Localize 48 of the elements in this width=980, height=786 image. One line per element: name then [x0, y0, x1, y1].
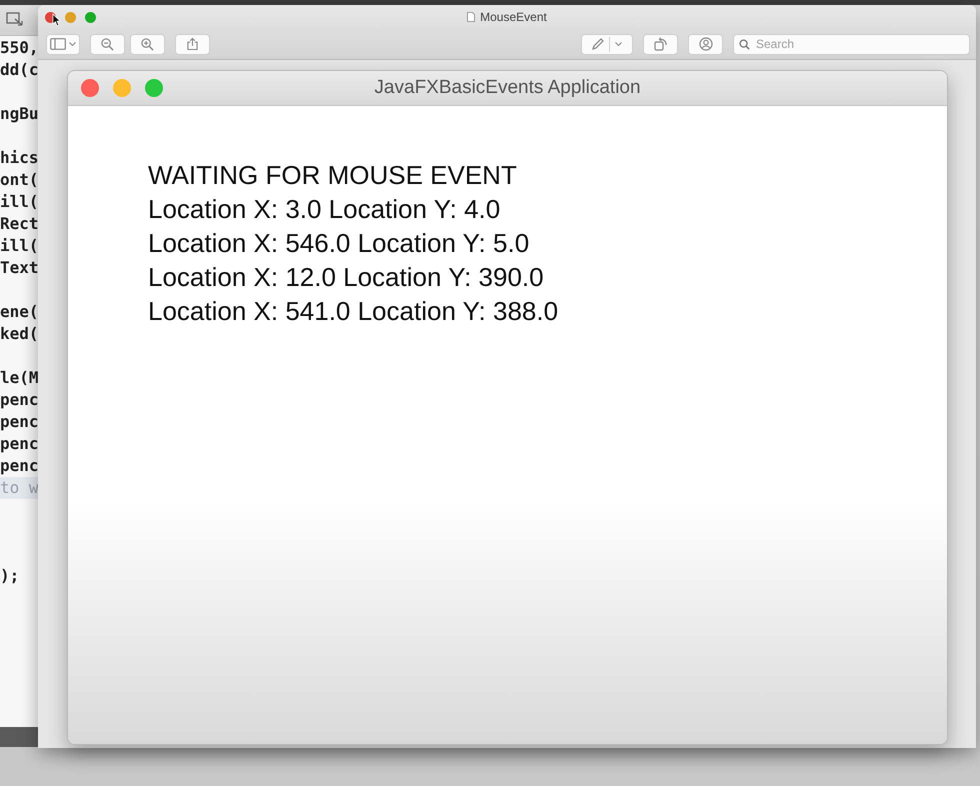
- code-line: ngBu: [0, 103, 38, 125]
- maximize-button[interactable]: [145, 79, 163, 97]
- pen-icon: [592, 38, 604, 50]
- share-icon: [187, 37, 198, 51]
- search-icon: [739, 38, 750, 50]
- code-line: penc: [0, 411, 38, 433]
- caret-icon: [615, 42, 622, 46]
- zoom-out-icon: [101, 38, 114, 50]
- code-line: ene(: [0, 301, 38, 323]
- code-line: );: [0, 565, 20, 587]
- person-circle-icon: [698, 37, 712, 51]
- code-line: ill(: [0, 235, 38, 257]
- rotate-icon: [654, 37, 668, 51]
- sidebar-button[interactable]: [46, 34, 80, 54]
- code-line: ill(: [0, 191, 38, 213]
- event-log-line: WAITING FOR MOUSE EVENT: [148, 159, 517, 192]
- code-line: le(M: [0, 367, 38, 389]
- zoom-out-button[interactable]: [90, 34, 125, 54]
- search-field[interactable]: Search: [733, 34, 970, 54]
- event-log-line: Location X: 541.0 Location Y: 388.0: [148, 295, 558, 328]
- sidebar-icon: [50, 38, 66, 50]
- code-line: Text: [0, 257, 38, 279]
- code-line: ont(: [0, 169, 38, 191]
- code-line: hics: [0, 147, 38, 169]
- minimize-button[interactable]: [65, 12, 76, 22]
- markup-button[interactable]: [581, 34, 633, 54]
- cursor-icon: [52, 13, 61, 27]
- window-title: JavaFXBasicEvents Application: [374, 77, 641, 99]
- rotate-button[interactable]: [643, 34, 678, 54]
- code-line: Rect: [0, 213, 38, 235]
- code-line: dd(c: [0, 59, 38, 81]
- zoom-in-button[interactable]: [130, 34, 165, 54]
- document-icon: [467, 12, 476, 22]
- code-line: penc: [0, 455, 38, 477]
- event-log-line: Location X: 546.0 Location Y: 5.0: [148, 227, 530, 260]
- zoom-in-icon: [141, 38, 154, 50]
- code-line: 550,: [0, 37, 38, 59]
- share-button[interactable]: [175, 34, 210, 54]
- square-arrow-icon[interactable]: [6, 12, 24, 28]
- window-title: MouseEvent: [480, 10, 547, 24]
- person-button[interactable]: [688, 34, 723, 54]
- event-log-line: Location X: 12.0 Location Y: 390.0: [148, 261, 544, 294]
- event-log-line: Location X: 3.0 Location Y: 4.0: [148, 193, 500, 226]
- code-line: penc: [0, 389, 38, 411]
- code-line: ked(: [0, 323, 38, 345]
- code-line: penc: [0, 433, 38, 455]
- caret-icon: [69, 42, 76, 46]
- maximize-button[interactable]: [85, 12, 96, 22]
